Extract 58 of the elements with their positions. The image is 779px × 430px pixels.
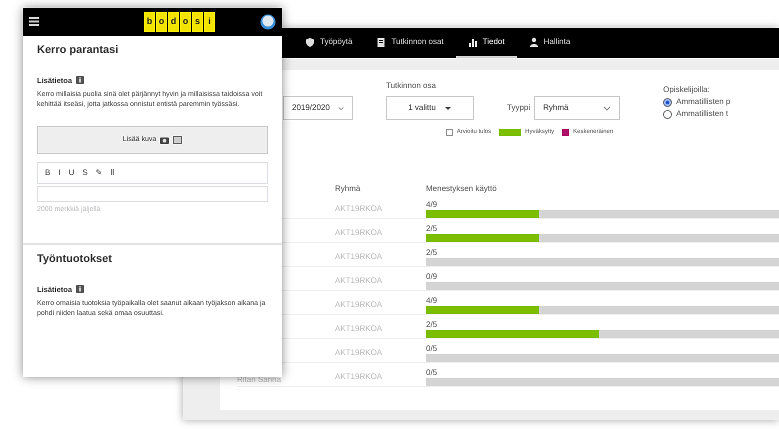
field-label: Tutkinnon osa — [386, 80, 437, 92]
chart-icon — [468, 36, 478, 48]
section-heading: Työntuotokset — [37, 252, 113, 268]
logo-letter: i — [204, 12, 215, 32]
table-cell-text: AKT19RKOA — [335, 299, 384, 311]
nav-tab[interactable]: Tiedot — [456, 28, 517, 58]
caret-icon — [444, 106, 452, 110]
field-label: Tyyppi — [507, 102, 530, 114]
progress-reading: 0/5 — [426, 345, 438, 353]
checkbox-icon — [446, 129, 453, 136]
nav-tab[interactable]: Tutkinnon osat — [364, 28, 456, 58]
table-cell-text: AKT19RKOA — [335, 323, 384, 335]
document-icon — [376, 36, 386, 48]
format-button[interactable]: S — [78, 167, 92, 180]
column-header: Ryhmä — [335, 183, 362, 195]
caret-icon — [603, 106, 612, 110]
format-button[interactable]: B — [41, 167, 54, 180]
camera-icon — [160, 136, 170, 144]
progress-reading: 2/5 — [426, 225, 438, 233]
radio-option[interactable]: Ammatillisten t — [663, 108, 730, 120]
format-button[interactable]: U — [64, 167, 78, 180]
logo-letter: d — [168, 12, 179, 32]
type-select[interactable]: Ryhmä — [534, 96, 620, 120]
menu-icon — [29, 17, 39, 26]
logo-letter: b — [144, 12, 155, 32]
table-cell-text: AKT19RKOA — [335, 203, 384, 215]
table-cell-text: AKT19RKOA — [335, 347, 384, 359]
image-icon — [173, 136, 182, 144]
section-heading: Kerro parantasi — [37, 43, 120, 58]
table-cell-text: AKT19RKOA — [335, 371, 384, 383]
logo-letter: s — [192, 12, 203, 32]
table-cell-text: AKT19RKOA — [335, 251, 384, 263]
table-cell-text: AKT19RKOA — [335, 227, 384, 239]
logo-letter: o — [156, 12, 167, 32]
caret-icon — [338, 106, 344, 110]
column-header: Menestyksen käyttö — [426, 183, 498, 195]
progress-reading: 0/5 — [426, 369, 438, 377]
logo-letter: o — [180, 12, 191, 32]
year-select[interactable]: 2019/2020 — [283, 96, 353, 120]
nav-tab[interactable]: Työpöytä — [293, 28, 364, 58]
progress-reading: 0/9 — [426, 273, 438, 281]
progress-reading: 4/9 — [426, 297, 438, 305]
progress-reading: 4/9 — [426, 201, 438, 209]
progress-reading: 2/5 — [426, 321, 438, 329]
table-cell-text: AKT19RKOA — [335, 275, 384, 287]
person-icon — [528, 36, 539, 48]
radio-option[interactable]: Ammatillisten p — [663, 96, 730, 108]
globe-icon — [260, 14, 276, 30]
shield-icon — [305, 36, 315, 48]
part-dropdown[interactable]: 1 valittu — [386, 96, 474, 120]
info-icon — [76, 76, 84, 84]
progress-reading: 2/5 — [426, 249, 438, 257]
nav-tab[interactable]: Hallinta — [516, 28, 582, 58]
format-button[interactable]: ✎ — [92, 167, 107, 180]
format-button[interactable]: Ⅱ — [106, 167, 119, 180]
info-icon — [76, 285, 84, 294]
field-label: Opiskelijoilla: — [663, 84, 711, 96]
format-button[interactable]: I — [54, 167, 65, 180]
